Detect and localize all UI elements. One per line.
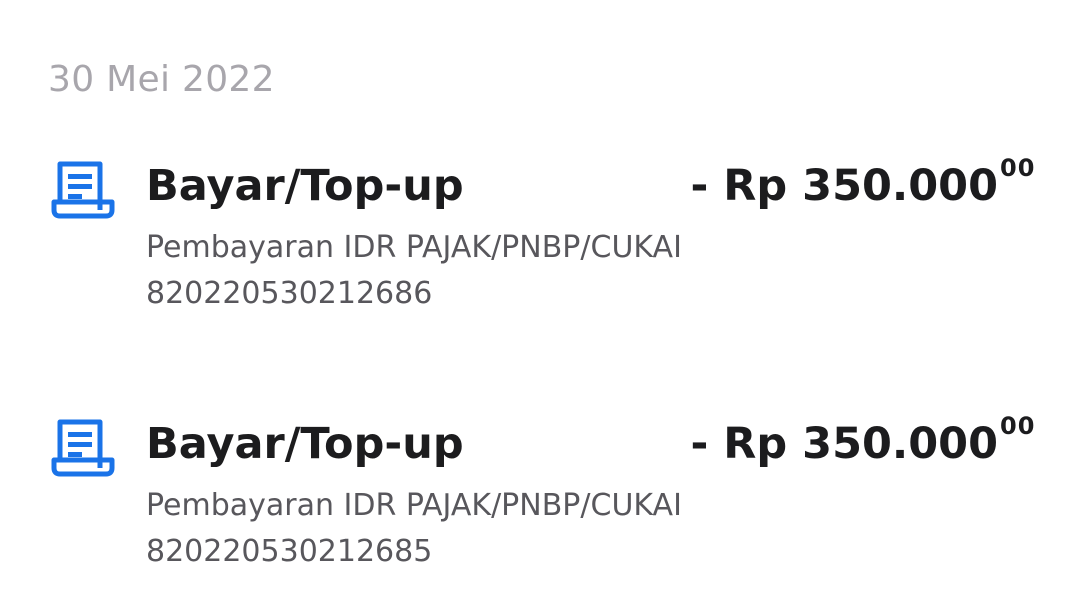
transaction-item[interactable]: Bayar/Top-up - Rp 350.000 00 Pembayaran … (0, 408, 1080, 588)
transaction-title: Bayar/Top-up (146, 161, 464, 211)
date-group-header: 30 Mei 2022 (48, 59, 275, 100)
transaction-amount: - Rp 350.000 (690, 419, 998, 469)
transaction-amount: - Rp 350.000 (690, 161, 998, 211)
transaction-amount-cents: 00 (1000, 412, 1036, 440)
receipt-icon (50, 416, 116, 480)
transaction-reference: 820220530212686 (146, 276, 433, 311)
transaction-amount-cents: 00 (1000, 154, 1036, 182)
receipt-icon (50, 158, 116, 222)
transaction-item[interactable]: Bayar/Top-up - Rp 350.000 00 Pembayaran … (0, 150, 1080, 330)
transaction-description: Pembayaran IDR PAJAK/PNBP/CUKAI (146, 488, 682, 523)
transaction-description: Pembayaran IDR PAJAK/PNBP/CUKAI (146, 230, 682, 265)
transaction-reference: 820220530212685 (146, 534, 433, 569)
transaction-title: Bayar/Top-up (146, 419, 464, 469)
